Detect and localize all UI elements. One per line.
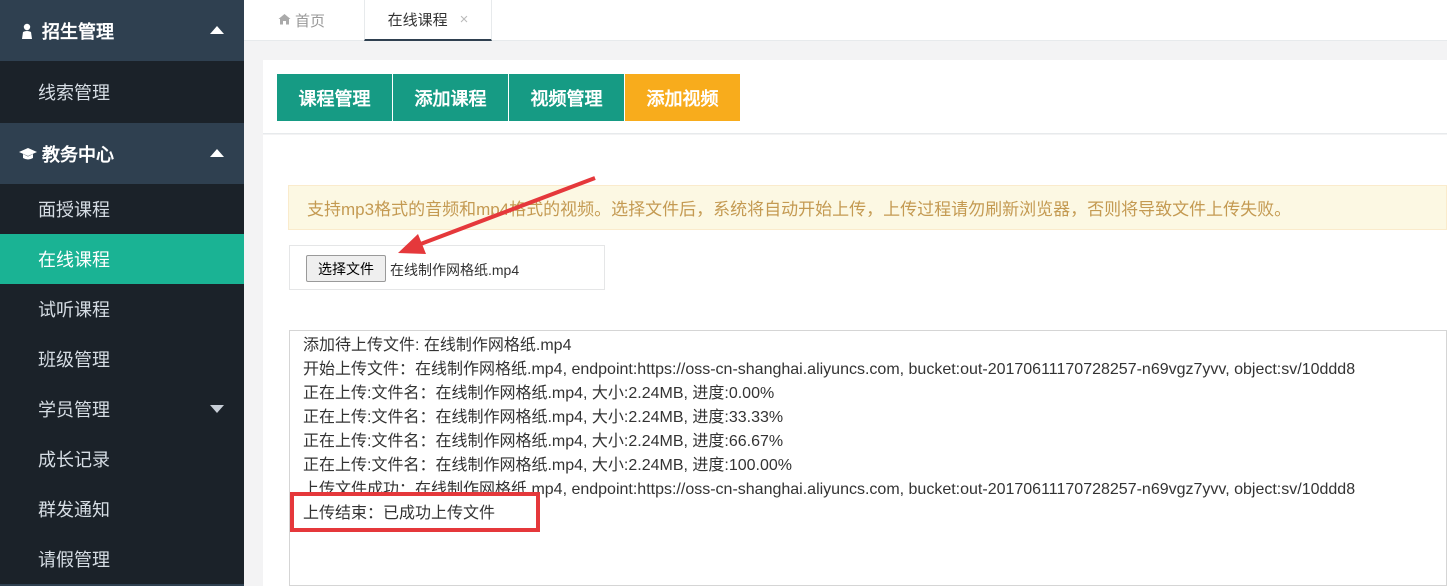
tab-bar: 首页 在线课程 × [244, 0, 1447, 41]
sidebar-item-offline-course[interactable]: 面授课程 [0, 184, 244, 234]
sidebar-item-label: 班级管理 [38, 350, 110, 370]
log-line: 正在上传:文件名：在线制作网格纸.mp4, 大小:2.24MB, 进度:33.3… [303, 409, 784, 426]
log-line: 正在上传:文件名：在线制作网格纸.mp4, 大小:2.24MB, 进度:100.… [303, 457, 792, 474]
sidebar-group-academic[interactable]: 教务中心 [0, 123, 244, 184]
sidebar-item-mass-notice[interactable]: 群发通知 [0, 484, 244, 534]
sidebar-item-growth-record[interactable]: 成长记录 [0, 434, 244, 484]
log-line: 正在上传:文件名：在线制作网格纸.mp4, 大小:2.24MB, 进度:66.6… [303, 433, 784, 450]
app-window: 招生管理 线索管理 教务中心 面授课程 在线课程 试听课程 班级管理 学员管理 [0, 0, 1447, 586]
log-line: 开始上传文件：在线制作网格纸.mp4, endpoint:https://oss… [303, 361, 1356, 378]
home-icon [278, 12, 291, 29]
sidebar-item-label: 学员管理 [38, 400, 110, 420]
course-manage-button[interactable]: 课程管理 [277, 74, 392, 121]
sidebar-item-leads[interactable]: 线索管理 [0, 61, 244, 123]
sidebar-item-label: 在线课程 [38, 250, 110, 270]
choose-file-button[interactable]: 选择文件 [306, 255, 386, 282]
selected-file-name: 在线制作网格纸.mp4 [390, 262, 520, 278]
sidebar-group-label: 招生管理 [42, 21, 114, 42]
sidebar-item-student-manage[interactable]: 学员管理 [0, 384, 244, 434]
sidebar-item-label: 面授课程 [38, 200, 110, 220]
tab-label: 在线课程 [387, 12, 448, 29]
tab-home[interactable]: 首页 [278, 0, 325, 41]
caret-up-icon [210, 149, 224, 157]
sidebar-item-label: 线索管理 [38, 83, 110, 103]
sidebar-item-label: 请假管理 [38, 550, 110, 570]
log-line: 正在上传:文件名：在线制作网格纸.mp4, 大小:2.24MB, 进度:0.00… [303, 385, 775, 402]
upload-hint-alert: 支持mp3格式的音频和mp4格式的视频。选择文件后，系统将自动开始上传，上传过程… [288, 185, 1447, 230]
sidebar-group-admissions[interactable]: 招生管理 [0, 0, 244, 61]
sidebar-item-class-manage[interactable]: 班级管理 [0, 334, 244, 384]
sidebar-item-online-course[interactable]: 在线课程 [0, 234, 244, 284]
sidebar-item-trial-course[interactable]: 试听课程 [0, 284, 244, 334]
caret-down-icon [210, 405, 224, 413]
sidebar-item-label: 群发通知 [38, 500, 110, 520]
sidebar-group-label: 教务中心 [42, 144, 114, 165]
toolbar-panel: 课程管理 添加课程 视频管理 添加视频 [263, 60, 1447, 134]
add-video-button[interactable]: 添加视频 [625, 74, 740, 121]
file-upload-field: 选择文件 在线制作网格纸.mp4 [289, 245, 605, 290]
tab-online-course[interactable]: 在线课程 × [364, 0, 492, 41]
caret-up-icon [210, 26, 224, 34]
sidebar-item-label: 成长记录 [38, 450, 110, 470]
graduation-cap-icon [18, 145, 37, 163]
sidebar-item-label: 试听课程 [38, 300, 110, 320]
upload-log-textarea[interactable]: 添加待上传文件: 在线制作网格纸.mp4 开始上传文件：在线制作网格纸.mp4,… [289, 330, 1447, 586]
video-manage-button[interactable]: 视频管理 [509, 74, 624, 121]
person-icon [18, 22, 36, 40]
add-course-button[interactable]: 添加课程 [393, 74, 508, 121]
sidebar-item-leave-manage[interactable]: 请假管理 [0, 534, 244, 584]
tab-label: 首页 [295, 13, 326, 30]
sidebar: 招生管理 线索管理 教务中心 面授课程 在线课程 试听课程 班级管理 学员管理 [0, 0, 244, 586]
close-icon[interactable]: × [460, 11, 469, 28]
log-line: 添加待上传文件: 在线制作网格纸.mp4 [303, 337, 572, 354]
annotation-highlight-box [290, 492, 540, 532]
